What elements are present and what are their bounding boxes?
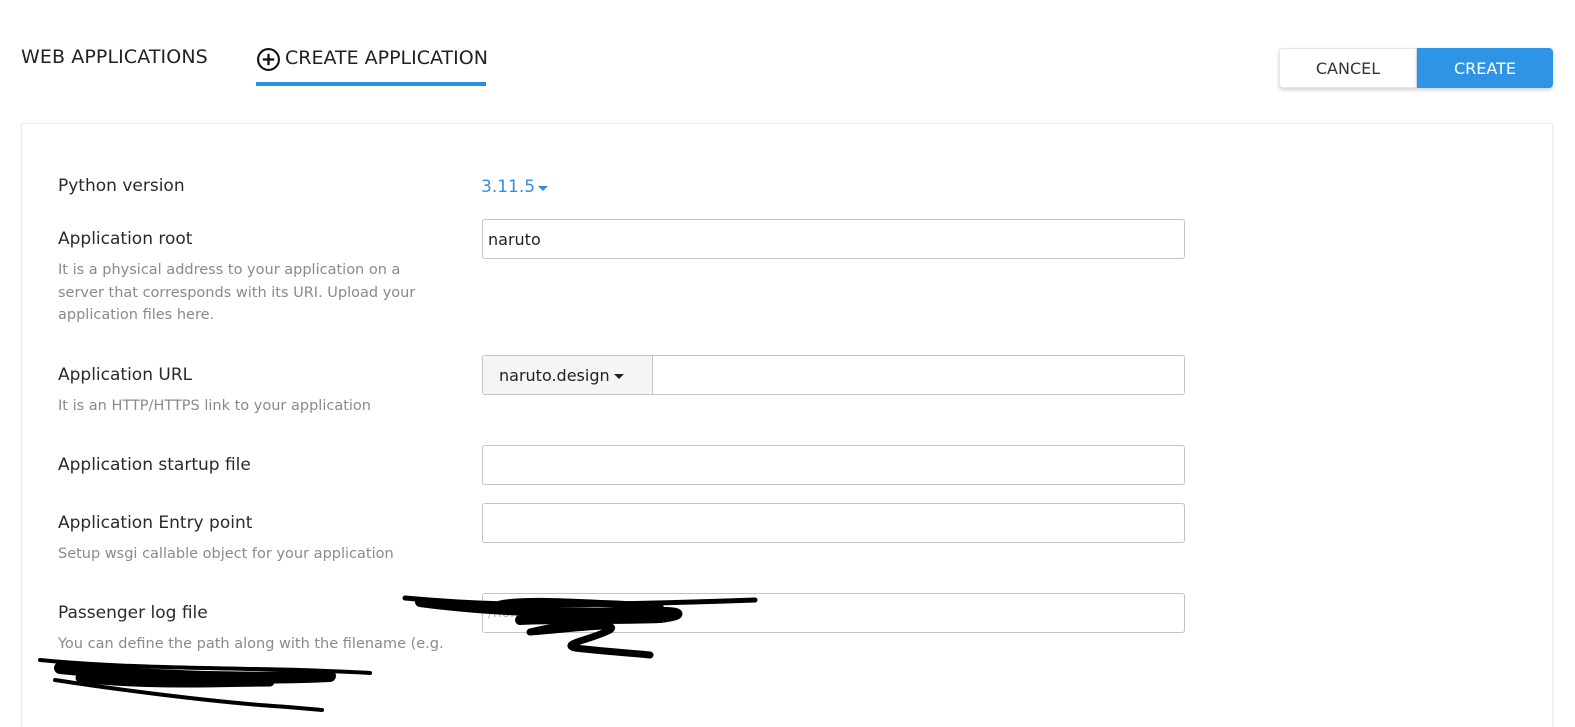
cancel-button[interactable]: CANCEL <box>1279 48 1417 88</box>
tab-create-label: CREATE APPLICATION <box>285 47 488 69</box>
app-url-domain-value: naruto.design <box>499 365 610 385</box>
passenger-log-label: Passenger log file <box>58 603 208 623</box>
app-url-help: It is an HTTP/HTTPS link to your applica… <box>58 398 371 414</box>
chevron-down-icon <box>538 185 549 191</box>
startup-file-label: Application startup file <box>58 455 251 475</box>
app-root-input[interactable]: naruto <box>482 219 1185 259</box>
app-url-label: Application URL <box>58 365 193 385</box>
passenger-log-placeholder: /home/ <box>488 605 538 621</box>
tab-web-applications[interactable]: WEB APPLICATIONS <box>21 46 208 68</box>
passenger-log-help: You can define the path along with the f… <box>58 636 444 652</box>
app-url-domain-select[interactable]: naruto.design <box>483 356 653 394</box>
app-url-group: naruto.design <box>482 355 1185 395</box>
python-version-select[interactable]: 3.11.5 <box>481 177 549 197</box>
chevron-down-icon <box>613 373 624 379</box>
entry-point-help: Setup wsgi callable object for your appl… <box>58 546 394 562</box>
passenger-log-input[interactable]: /home/ <box>482 593 1185 633</box>
entry-point-input[interactable] <box>482 503 1185 543</box>
entry-point-label: Application Entry point <box>58 513 253 533</box>
app-url-path-input[interactable] <box>653 356 1184 394</box>
create-application-page: WEB APPLICATIONS CREATE APPLICATION CANC… <box>0 0 1575 727</box>
startup-file-input[interactable] <box>482 445 1185 485</box>
python-version-label: Python version <box>58 176 185 196</box>
tab-create-application[interactable]: CREATE APPLICATION <box>256 44 488 86</box>
app-root-help: It is a physical address to your applica… <box>58 262 416 323</box>
create-button[interactable]: CREATE <box>1417 48 1553 88</box>
plus-circle-icon <box>257 48 280 71</box>
app-root-label: Application root <box>58 229 193 249</box>
python-version-value: 3.11.5 <box>481 177 536 197</box>
